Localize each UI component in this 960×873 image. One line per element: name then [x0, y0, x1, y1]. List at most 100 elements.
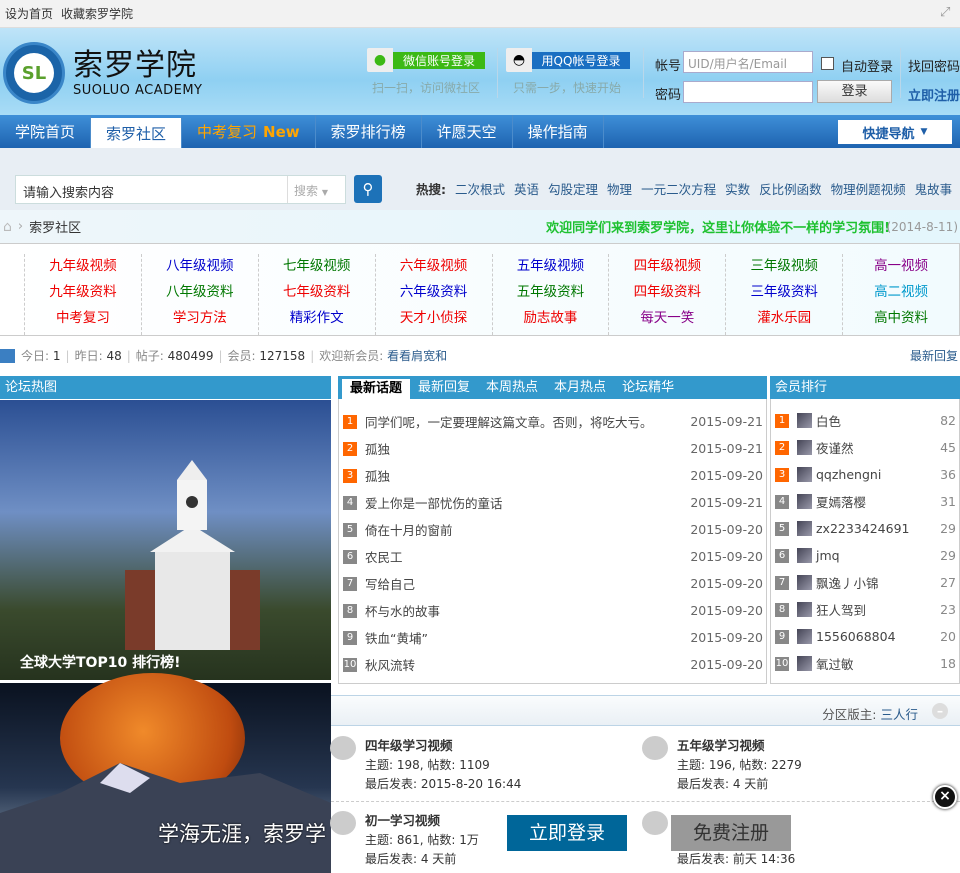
nav-ranking[interactable]: 索罗排行榜 [316, 115, 422, 148]
category-link[interactable]: 八年级视频 [166, 254, 234, 274]
member-row[interactable]: 9 1556068804 20 [771, 623, 959, 650]
forum-item[interactable]: 初一学习视频 主题: 861, 帖数: 1万 最后发表: 4 天前 [330, 811, 479, 869]
avatar[interactable] [797, 548, 812, 563]
member-row[interactable]: 1 白色 82 [771, 407, 959, 434]
hot-link[interactable]: 鬼故事 [915, 179, 953, 198]
favorite-link[interactable]: 收藏索罗学院 [61, 5, 133, 22]
member-name[interactable]: 夏嫣落樱 [816, 492, 940, 511]
tab-digest[interactable]: 论坛精华 [614, 376, 682, 399]
topic-title[interactable]: 倚在十月的窗前 [365, 520, 690, 539]
category-link[interactable]: 九年级视频 [49, 254, 117, 274]
forum-name[interactable]: 五年级学习视频 [677, 738, 765, 753]
category-link[interactable]: 高二视频 [874, 280, 928, 300]
member-row[interactable]: 3 qqzhengni 36 [771, 461, 959, 488]
member-name[interactable]: zx2233424691 [816, 521, 940, 536]
avatar[interactable] [797, 521, 812, 536]
hot-link[interactable]: 反比例函数 [759, 179, 822, 198]
hot-link[interactable]: 一元二次方程 [641, 179, 716, 198]
forum-item[interactable]: 五年级学习视频 主题: 196, 帖数: 2279 最后发表: 4 天前 [642, 736, 802, 794]
tab-latest-replies[interactable]: 最新回复 [410, 376, 478, 399]
topic-title[interactable]: 秋风流转 [365, 655, 690, 674]
search-button[interactable]: ⚲ [354, 175, 382, 203]
member-row[interactable]: 5 zx2233424691 29 [771, 515, 959, 542]
quick-nav-button[interactable]: 快捷导航 ▼ [838, 120, 952, 144]
latest-reply-link[interactable]: 最新回复 [910, 347, 958, 364]
member-name[interactable]: qqzhengni [816, 467, 940, 482]
category-link[interactable]: 中考复习 [56, 306, 110, 326]
forum-name[interactable]: 初一学习视频 [365, 813, 440, 828]
category-link[interactable]: 灌水乐园 [757, 306, 811, 326]
password-input[interactable] [683, 81, 813, 103]
member-row[interactable]: 8 狂人驾到 23 [771, 596, 959, 623]
close-icon[interactable]: × [933, 785, 957, 809]
hot-link[interactable]: 物理 [607, 179, 632, 198]
hot-link[interactable]: 英语 [514, 179, 539, 198]
member-name[interactable]: 1556068804 [816, 629, 940, 644]
topic-title[interactable]: 杯与水的故事 [365, 601, 690, 620]
hot-link[interactable]: 实数 [725, 179, 750, 198]
member-row[interactable]: 10 氧过敏 18 [771, 650, 959, 677]
avatar[interactable] [797, 440, 812, 455]
nav-wish[interactable]: 许愿天空 [422, 115, 513, 148]
topic-row[interactable]: 10 秋风流转 2015-09-20 [339, 651, 766, 678]
category-link[interactable]: 高中资料 [874, 306, 928, 326]
avatar[interactable] [797, 629, 812, 644]
category-link[interactable]: 四年级资料 [634, 280, 702, 300]
hot-pic-image[interactable]: 全球大学TOP10 排行榜! [0, 400, 331, 680]
avatar[interactable] [797, 602, 812, 617]
logo[interactable]: SL 索罗学院 SUOLUO ACADEMY [3, 42, 203, 104]
category-link[interactable]: 三年级资料 [750, 280, 818, 300]
member-name[interactable]: 狂人驾到 [816, 600, 940, 619]
hot-link[interactable]: 二次根式 [455, 179, 505, 198]
newest-member-link[interactable]: 看看肩宽和 [387, 347, 447, 364]
hot-link[interactable]: 物理例题视频 [831, 179, 906, 198]
member-name[interactable]: jmq [816, 548, 940, 563]
qq-login-button[interactable]: ◓ 用QQ帐号登录 [506, 48, 630, 72]
category-link[interactable]: 九年级资料 [49, 280, 117, 300]
topic-row[interactable]: 2 孤独 2015-09-21 [339, 435, 766, 462]
login-button[interactable]: 登录 [817, 80, 892, 103]
topic-title[interactable]: 爱上你是一部忧伤的童话 [365, 493, 690, 512]
hot-pic-caption[interactable]: 全球大学TOP10 排行榜! [20, 652, 180, 672]
member-name[interactable]: 白色 [816, 411, 940, 430]
nav-exam-review[interactable]: 中考复习 New [182, 115, 316, 148]
set-home-link[interactable]: 设为首页 [5, 5, 53, 22]
search-type-select[interactable]: 搜索 ▼ [287, 176, 345, 203]
topic-row[interactable]: 6 农民工 2015-09-20 [339, 543, 766, 570]
nav-guide[interactable]: 操作指南 [513, 115, 604, 148]
member-row[interactable]: 4 夏嫣落樱 31 [771, 488, 959, 515]
topic-row[interactable]: 9 铁血“黄埔” 2015-09-20 [339, 624, 766, 651]
category-link[interactable]: 三年级视频 [750, 254, 818, 274]
search-input[interactable]: 请输入搜索内容 [16, 176, 287, 203]
overlay-register-button[interactable]: 免费注册 [671, 815, 791, 851]
avatar[interactable] [797, 494, 812, 509]
member-name[interactable]: 夜谨然 [816, 438, 940, 457]
fullscreen-icon[interactable]: ⤢ [940, 6, 954, 20]
wechat-login-button[interactable]: ● 微信账号登录 [367, 48, 485, 72]
member-row[interactable]: 6 jmq 29 [771, 542, 959, 569]
forum-name[interactable]: 四年级学习视频 [365, 738, 453, 753]
category-link[interactable]: 八年级资料 [166, 280, 234, 300]
topic-title[interactable]: 孤独 [365, 439, 690, 458]
hot-link[interactable]: 勾股定理 [548, 179, 598, 198]
member-name[interactable]: 氧过敏 [816, 654, 940, 673]
auto-login-checkbox[interactable] [821, 57, 834, 70]
avatar[interactable] [797, 575, 812, 590]
topic-title[interactable]: 农民工 [365, 547, 690, 566]
topic-title[interactable]: 写给自己 [365, 574, 690, 593]
category-link[interactable]: 四年级视频 [634, 254, 702, 274]
topic-row[interactable]: 7 写给自己 2015-09-20 [339, 570, 766, 597]
nav-community[interactable]: 索罗社区 [91, 118, 183, 148]
category-link[interactable]: 励志故事 [523, 306, 577, 326]
forum-item[interactable]: 四年级学习视频 主题: 198, 帖数: 1109 最后发表: 2015-8-20 … [330, 736, 521, 794]
tab-latest-topics[interactable]: 最新话题 [342, 379, 411, 399]
topic-title[interactable]: 同学们呢，一定要理解这篇文章。否则，将吃大亏。 [365, 412, 690, 431]
topic-title[interactable]: 铁血“黄埔” [365, 628, 690, 647]
moderator-link[interactable]: 三人行 [880, 707, 918, 722]
find-password-link[interactable]: 找回密码 [908, 56, 960, 75]
topic-title[interactable]: 孤独 [365, 466, 690, 485]
home-icon[interactable]: ⌂ [3, 219, 12, 235]
account-input[interactable]: UID/用户名/Email [683, 51, 813, 73]
topic-row[interactable]: 4 爱上你是一部忧伤的童话 2015-09-21 [339, 489, 766, 516]
category-link[interactable]: 七年级视频 [283, 254, 351, 274]
